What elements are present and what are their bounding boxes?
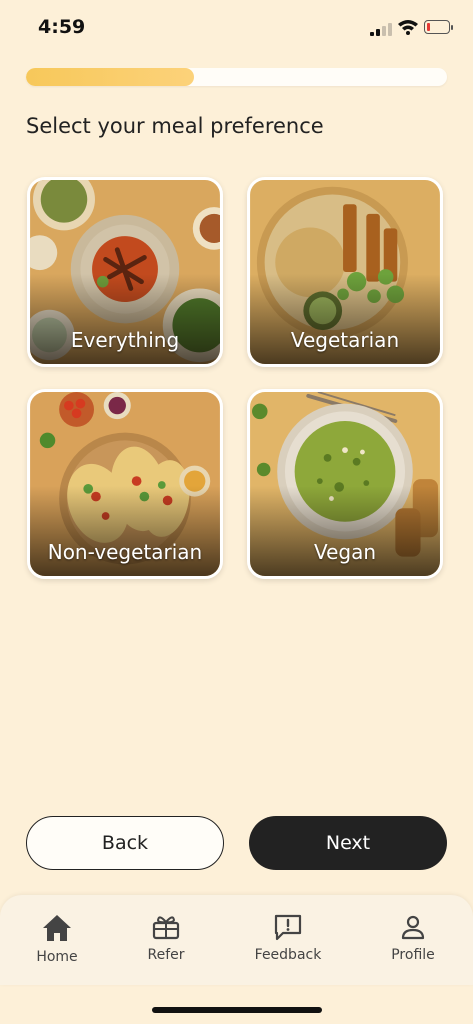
cellular-signal-icon: [370, 22, 392, 36]
page-title: Select your meal preference: [26, 114, 324, 138]
status-time: 4:59: [38, 16, 86, 38]
tab-feedback[interactable]: Feedback: [243, 913, 333, 963]
gift-icon: [152, 916, 180, 940]
next-button[interactable]: Next: [249, 816, 447, 870]
meal-option-vegan[interactable]: Vegan: [247, 389, 443, 579]
status-bar: 4:59: [0, 0, 473, 56]
home-indicator: [152, 1007, 322, 1013]
tab-label: Feedback: [254, 947, 322, 963]
battery-icon: [424, 20, 453, 34]
meal-option-everything[interactable]: Everything: [27, 177, 223, 367]
home-icon: [43, 915, 71, 941]
tab-label: Home: [36, 949, 78, 965]
option-label: Non-vegetarian: [47, 540, 203, 564]
tab-label: Refer: [147, 947, 185, 963]
tab-refer[interactable]: Refer: [121, 913, 211, 963]
progress-fill: [26, 68, 195, 86]
bottom-tab-bar: Home Refer Feedback Profile: [0, 895, 473, 985]
person-icon: [401, 915, 425, 940]
tab-label: Profile: [391, 947, 435, 963]
tab-profile[interactable]: Profile: [368, 913, 458, 963]
back-button[interactable]: Back: [26, 816, 224, 870]
option-label: Everything: [70, 328, 180, 352]
meal-option-non-vegetarian[interactable]: Non-vegetarian: [27, 389, 223, 579]
onboarding-progress-bar: [26, 68, 447, 86]
option-label: Vegetarian: [290, 328, 400, 352]
wifi-icon: [398, 20, 418, 35]
option-label: Vegan: [313, 540, 377, 564]
tab-home[interactable]: Home: [12, 913, 102, 965]
feedback-icon: [274, 914, 302, 941]
meal-option-vegetarian[interactable]: Vegetarian: [247, 177, 443, 367]
